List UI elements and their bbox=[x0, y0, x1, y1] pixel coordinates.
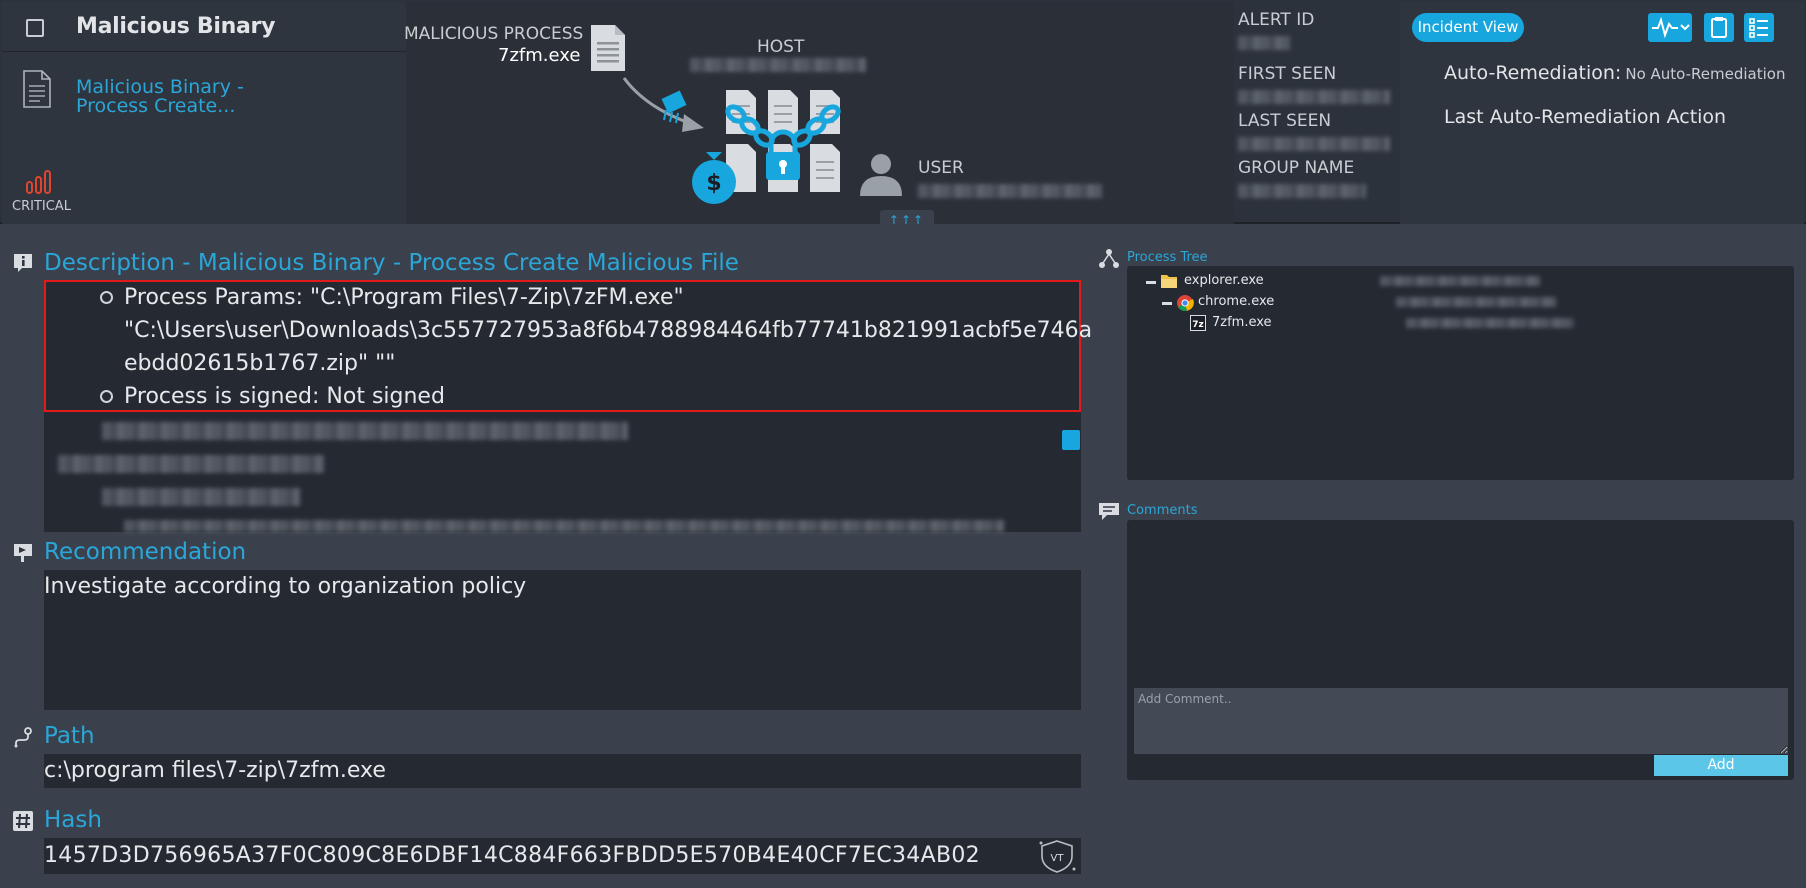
host-value-redacted bbox=[690, 58, 866, 72]
alert-summary-panel: Malicious Binary Malicious Binary - Proc… bbox=[2, 2, 406, 224]
activity-dropdown-icon[interactable] bbox=[1648, 13, 1692, 42]
7zip-icon: 7z bbox=[1190, 315, 1206, 331]
comment-icon bbox=[1099, 503, 1119, 520]
document-icon bbox=[23, 70, 51, 108]
user-label: USER bbox=[918, 158, 964, 178]
svg-text:$: $ bbox=[706, 171, 721, 196]
alert-id-value-redacted bbox=[1238, 36, 1290, 50]
user-value-redacted bbox=[918, 184, 1102, 198]
description-redacted-line bbox=[58, 455, 324, 473]
route-icon bbox=[14, 727, 32, 748]
process-node-details-redacted bbox=[1380, 276, 1540, 286]
process-params-line: "C:\Users\user\Downloads\3c557727953a8f6… bbox=[124, 318, 1093, 343]
alert-header: Malicious Binary Malicious Binary - Proc… bbox=[0, 0, 1806, 230]
malicious-process-name: 7zfm.exe bbox=[498, 45, 581, 66]
process-node-details-redacted bbox=[1396, 297, 1556, 307]
process-node-chrome[interactable]: chrome.exe bbox=[1198, 294, 1274, 309]
first-seen-value-redacted bbox=[1238, 90, 1390, 104]
list-bullet bbox=[100, 291, 113, 304]
hash-icon bbox=[13, 811, 33, 831]
folder-icon bbox=[1161, 275, 1177, 288]
process-node-7zfm[interactable]: 7zfm.exe bbox=[1212, 315, 1272, 330]
incident-view-button[interactable]: Incident View bbox=[1412, 13, 1524, 42]
hash-value: 1457D3D756965A37F0C809C8E6DBF14C884F663F… bbox=[44, 843, 980, 868]
hash-title: Hash bbox=[44, 807, 102, 833]
severity-label: CRITICAL bbox=[12, 199, 71, 214]
list-bullet bbox=[100, 390, 113, 403]
process-signed-line: Process is signed: Not signed bbox=[124, 384, 445, 409]
process-node-explorer[interactable]: explorer.exe bbox=[1184, 273, 1264, 288]
alert-id-label: ALERT ID bbox=[1238, 10, 1315, 30]
collapse-toggle-icon[interactable] bbox=[1146, 281, 1156, 284]
alert-detail-page: Malicious Binary Malicious Binary - Proc… bbox=[0, 0, 1806, 888]
process-file-icon bbox=[591, 25, 625, 71]
description-title: Description - Malicious Binary - Process… bbox=[44, 250, 739, 276]
comments-title: Comments bbox=[1127, 503, 1198, 518]
list-view-icon[interactable] bbox=[1744, 13, 1774, 42]
alert-title: Malicious Binary bbox=[76, 14, 276, 39]
user-icon bbox=[860, 154, 902, 196]
chrome-icon bbox=[1177, 295, 1194, 311]
severity-critical-icon bbox=[26, 170, 51, 194]
last-auto-remediation-label: Last Auto-Remediation Action bbox=[1444, 106, 1727, 128]
auto-remediation: Auto-Remediation: No Auto-Remediation bbox=[1444, 62, 1785, 84]
malicious-process-label: MALICIOUS PROCESS bbox=[404, 24, 584, 44]
rule-name-link[interactable]: Malicious Binary - Process Create... bbox=[76, 78, 286, 116]
collapse-toggle-icon[interactable] bbox=[1162, 302, 1172, 305]
recommendation-text: Investigate according to organization po… bbox=[44, 574, 527, 599]
auto-remediation-value: No Auto-Remediation bbox=[1625, 65, 1786, 83]
description-scrollbar-thumb[interactable] bbox=[1062, 430, 1080, 450]
select-alert-checkbox[interactable] bbox=[26, 19, 44, 37]
expand-header-button[interactable]: ↑↑↑ bbox=[880, 210, 934, 230]
auto-remediation-label: Auto-Remediation: bbox=[1444, 62, 1622, 84]
description-redacted-line bbox=[124, 520, 1004, 532]
add-comment-input[interactable] bbox=[1134, 688, 1788, 754]
vt-label: VT bbox=[1051, 853, 1065, 864]
group-name-label: GROUP NAME bbox=[1238, 158, 1355, 178]
add-comment-button[interactable]: Add bbox=[1654, 755, 1788, 776]
svg-text:7z: 7z bbox=[1192, 320, 1204, 330]
host-label: HOST bbox=[757, 37, 805, 57]
process-params-line: ebdd02615b1767.zip" "" bbox=[124, 351, 396, 376]
rule-name-line: Process Create... bbox=[76, 95, 236, 117]
first-seen-label: FIRST SEEN bbox=[1238, 64, 1337, 84]
info-icon bbox=[14, 254, 32, 272]
process-params-line: Process Params: "C:\Program Files\7-Zip\… bbox=[124, 285, 684, 310]
ransomware-illustration-icon: $ bbox=[622, 77, 841, 204]
signpost-icon bbox=[14, 544, 32, 562]
last-seen-label: LAST SEEN bbox=[1238, 111, 1332, 131]
path-title: Path bbox=[44, 723, 95, 749]
description-redacted-line bbox=[102, 488, 300, 506]
group-name-value-redacted bbox=[1238, 184, 1366, 198]
process-tree-title: Process Tree bbox=[1127, 250, 1208, 265]
process-tree-icon bbox=[1099, 249, 1119, 268]
description-redacted-line bbox=[102, 422, 628, 440]
clipboard-icon[interactable] bbox=[1704, 13, 1734, 42]
last-seen-value-redacted bbox=[1238, 137, 1390, 151]
recommendation-title: Recommendation bbox=[44, 539, 247, 565]
alert-title-bar: Malicious Binary bbox=[2, 2, 406, 52]
path-value: c:\program files\7-zip\7zfm.exe bbox=[44, 758, 386, 783]
virustotal-shield-icon[interactable]: VT bbox=[1036, 838, 1078, 874]
process-node-details-redacted bbox=[1406, 318, 1574, 328]
